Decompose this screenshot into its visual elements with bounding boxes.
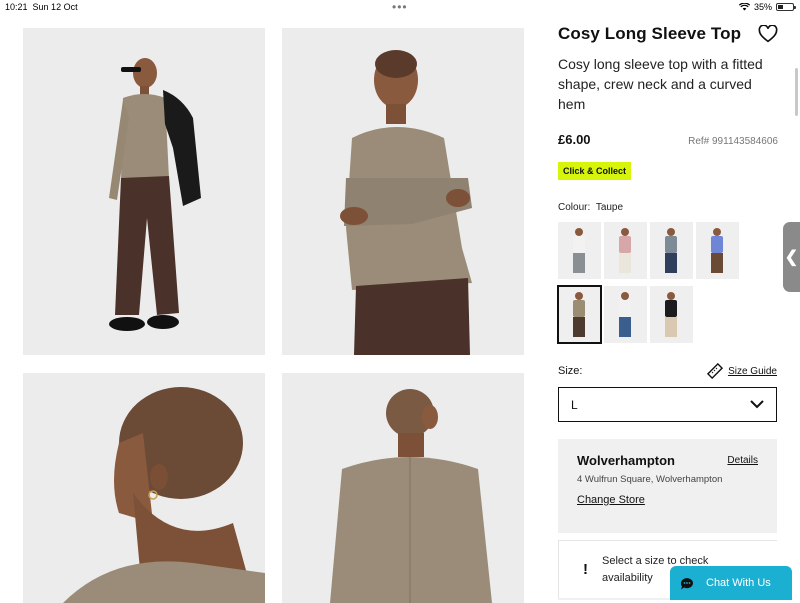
- heart-icon[interactable]: [758, 25, 778, 43]
- swatch-3[interactable]: [650, 222, 693, 279]
- side-drawer-tab[interactable]: ❮: [783, 222, 800, 292]
- chat-bubble-icon: [680, 577, 693, 589]
- chevron-down-icon: [750, 400, 764, 409]
- colour-value: Taupe: [595, 202, 624, 213]
- product-image-back[interactable]: [282, 373, 524, 603]
- size-row: Size: Size Guide: [558, 363, 777, 379]
- swatch-7[interactable]: [650, 286, 693, 343]
- size-select[interactable]: L: [558, 387, 777, 422]
- product-ref: Ref# 991143584606: [688, 136, 778, 147]
- chevron-left-icon: ❮: [784, 249, 799, 266]
- chat-with-us-button[interactable]: Chat With Us: [670, 566, 792, 600]
- product-details-panel: Cosy Long Sleeve Top Cosy long sleeve to…: [557, 24, 778, 533]
- colour-label: Colour: Taupe: [558, 202, 624, 213]
- status-time: 10:21 Sun 12 Oct: [5, 2, 78, 12]
- ruler-icon: [707, 363, 724, 379]
- status-right: 35%: [738, 2, 796, 12]
- swatch-2[interactable]: [604, 222, 647, 279]
- swatch-1[interactable]: [558, 222, 601, 279]
- product-title: Cosy Long Sleeve Top: [558, 24, 742, 43]
- scrollbar[interactable]: [795, 68, 798, 116]
- wifi-icon: [738, 3, 750, 11]
- battery-percent: 35%: [753, 2, 772, 12]
- colour-swatches: [557, 222, 778, 344]
- store-card: Wolverhampton Details 4 Wulfrun Square, …: [558, 439, 777, 533]
- product-image-side-profile[interactable]: [23, 373, 265, 603]
- product-description: Cosy long sleeve top with a fitted shape…: [558, 56, 763, 112]
- store-details-link[interactable]: Details: [727, 455, 758, 466]
- title-row: Cosy Long Sleeve Top: [558, 24, 778, 44]
- swatch-4[interactable]: [696, 222, 739, 279]
- product-image-full-length[interactable]: [23, 28, 265, 355]
- product-image-front-closeup[interactable]: [282, 28, 524, 355]
- store-name: Wolverhampton: [577, 453, 675, 468]
- multitask-dots-icon[interactable]: •••: [392, 0, 408, 14]
- product-price: £6.00: [558, 132, 591, 147]
- size-guide-link[interactable]: Size Guide: [707, 363, 777, 379]
- change-store-link[interactable]: Change Store: [577, 494, 645, 506]
- swatch-5[interactable]: [557, 285, 602, 344]
- swatch-6[interactable]: [604, 286, 647, 343]
- size-label: Size:: [558, 365, 583, 377]
- click-collect-badge: Click & Collect: [558, 162, 632, 180]
- alert-icon: !: [583, 561, 588, 578]
- battery-icon: [776, 3, 796, 11]
- store-address: 4 Wulfrun Square, Wolverhampton: [577, 474, 723, 485]
- status-bar: 10:21 Sun 12 Oct ••• 35%: [0, 0, 800, 14]
- price-row: £6.00 Ref# 991143584606: [558, 132, 778, 147]
- size-selected-value: L: [571, 397, 578, 412]
